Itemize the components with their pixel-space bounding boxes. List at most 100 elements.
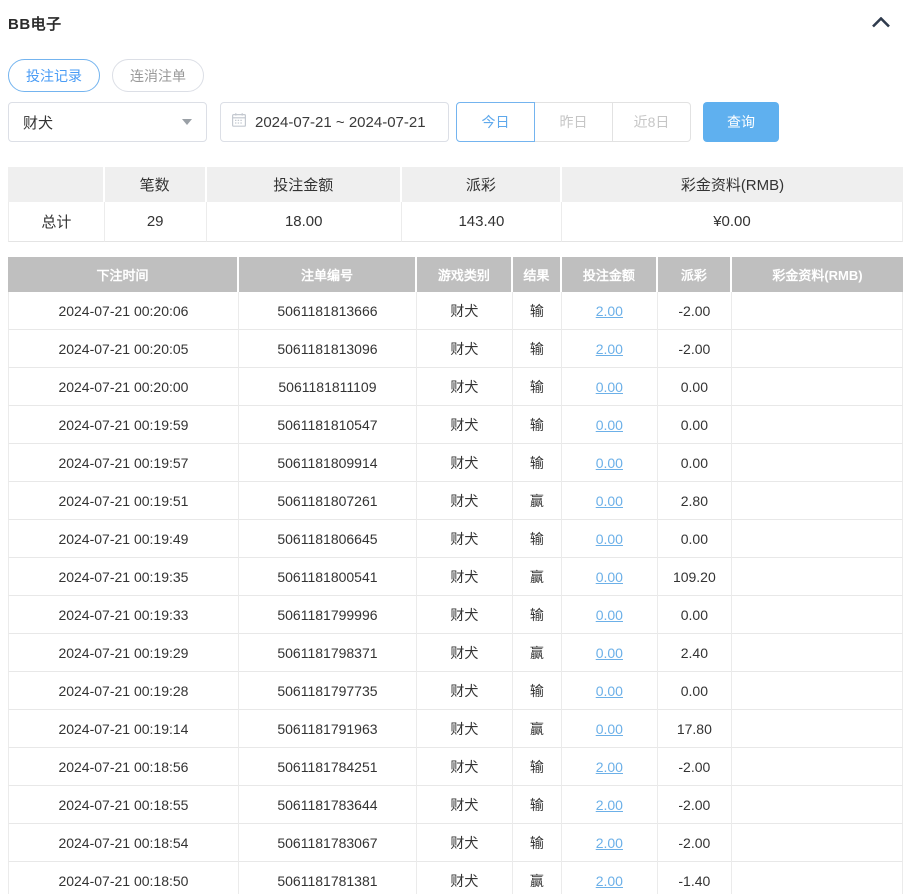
cell-bet: 0.00 (561, 444, 658, 482)
bet-amount-link[interactable]: 2.00 (596, 835, 623, 851)
bet-amount-link[interactable]: 0.00 (596, 721, 623, 737)
cell-bet: 0.00 (561, 520, 658, 558)
tab-bar: 投注记录 连消注单 (8, 59, 903, 92)
cell-time: 2024-07-21 00:19:29 (8, 634, 239, 672)
cell-bet: 2.00 (561, 824, 658, 862)
cell-game: 财犬 (417, 482, 513, 520)
cell-payout: 17.80 (657, 710, 732, 748)
cell-result: 输 (512, 292, 562, 330)
table-row: 2024-07-21 00:19:28 5061181797735 财犬输 0.00 0… (8, 672, 903, 710)
cell-game: 财犬 (417, 444, 513, 482)
game-select[interactable]: 财犬 (8, 102, 207, 142)
cell-bet_id: 5061181807261 (238, 482, 417, 520)
cell-result: 输 (512, 330, 562, 368)
bet-amount-link[interactable]: 0.00 (596, 569, 623, 585)
cell-result: 输 (512, 444, 562, 482)
cell-result: 赢 (512, 634, 562, 672)
cell-result: 输 (512, 596, 562, 634)
cell-bet: 2.00 (561, 786, 658, 824)
summary-header-row: 笔数 投注金额 派彩 彩金资料(RMB) (8, 167, 903, 202)
cell-bet_id: 5061181811109 (238, 368, 417, 406)
tab-bet-records[interactable]: 投注记录 (8, 59, 100, 92)
header-payout: 派彩 (657, 257, 732, 292)
cell-game: 财犬 (417, 672, 513, 710)
cell-bet: 0.00 (561, 672, 658, 710)
cell-bet_id: 5061181810547 (238, 406, 417, 444)
tab-label: 投注记录 (26, 67, 82, 84)
cell-bet: 2.00 (561, 748, 658, 786)
cell-time: 2024-07-21 00:18:56 (8, 748, 239, 786)
summary-total-bonus: ¥0.00 (561, 202, 903, 242)
cell-bet_id: 5061181809914 (238, 444, 417, 482)
summary-total-bet-amount: 18.00 (206, 202, 402, 242)
cell-game: 财犬 (417, 824, 513, 862)
table-row: 2024-07-21 00:20:05 5061181813096 财犬输 2.00 -… (8, 330, 903, 368)
bet-amount-link[interactable]: 0.00 (596, 379, 623, 395)
summary-header-empty (8, 167, 105, 202)
header-bet-id: 注单编号 (238, 257, 417, 292)
today-button[interactable]: 今日 (456, 102, 535, 142)
cell-bonus (732, 444, 903, 482)
bet-amount-link[interactable]: 2.00 (596, 797, 623, 813)
cell-result: 赢 (512, 482, 562, 520)
cell-bonus (732, 596, 903, 634)
cell-bet_id: 5061181784251 (238, 748, 417, 786)
cell-game: 财犬 (417, 520, 513, 558)
cell-game: 财犬 (417, 558, 513, 596)
cell-bet: 0.00 (561, 558, 658, 596)
cell-game: 财犬 (417, 330, 513, 368)
table-row: 2024-07-21 00:19:59 5061181810547 财犬输 0.00 0… (8, 406, 903, 444)
cell-payout: 0.00 (657, 520, 732, 558)
bet-amount-link[interactable]: 0.00 (596, 531, 623, 547)
bet-amount-link[interactable]: 0.00 (596, 417, 623, 433)
cell-bet_id: 5061181783644 (238, 786, 417, 824)
cell-bet_id: 5061181797735 (238, 672, 417, 710)
game-select-value: 财犬 (23, 114, 54, 132)
cell-bonus (732, 710, 903, 748)
collapse-button[interactable] (871, 15, 891, 33)
summary-table: 笔数 投注金额 派彩 彩金资料(RMB) 总计 29 18.00 143.40 … (8, 167, 903, 242)
cell-bet: 2.00 (561, 292, 658, 330)
cell-bonus (732, 672, 903, 710)
summary-total-payout: 143.40 (401, 202, 562, 242)
table-row: 2024-07-21 00:19:35 5061181800541 财犬赢 0.00 1… (8, 558, 903, 596)
bet-amount-link[interactable]: 2.00 (596, 759, 623, 775)
bet-amount-link[interactable]: 2.00 (596, 873, 623, 889)
header-game-type: 游戏类别 (417, 257, 513, 292)
bet-amount-link[interactable]: 0.00 (596, 455, 623, 471)
bet-amount-link[interactable]: 0.00 (596, 493, 623, 509)
cell-bet: 0.00 (561, 482, 658, 520)
query-button[interactable]: 查询 (703, 102, 779, 142)
cell-payout: -1.40 (657, 862, 732, 894)
bet-amount-link[interactable]: 0.00 (596, 683, 623, 699)
summary-total-label: 总计 (8, 202, 105, 242)
date-range-input[interactable]: 2024-07-21 ~ 2024-07-21 (220, 102, 449, 142)
quick-date-button-group: 今日 昨日 近8日 (456, 102, 691, 142)
cell-bet: 0.00 (561, 596, 658, 634)
cell-bonus (732, 368, 903, 406)
cell-time: 2024-07-21 00:18:54 (8, 824, 239, 862)
last-8-days-button[interactable]: 近8日 (612, 102, 691, 142)
cell-result: 输 (512, 672, 562, 710)
tab-cancelled-bets[interactable]: 连消注单 (112, 59, 204, 92)
summary-header-count: 笔数 (104, 167, 207, 202)
cell-result: 赢 (512, 862, 562, 894)
cell-result: 输 (512, 520, 562, 558)
bet-amount-link[interactable]: 2.00 (596, 341, 623, 357)
table-row: 2024-07-21 00:18:50 5061181781381 财犬赢 2.00 -… (8, 862, 903, 894)
cell-result: 输 (512, 368, 562, 406)
yesterday-button[interactable]: 昨日 (534, 102, 613, 142)
cell-bonus (732, 292, 903, 330)
bet-amount-link[interactable]: 0.00 (596, 645, 623, 661)
bet-amount-link[interactable]: 0.00 (596, 607, 623, 623)
caret-down-icon (182, 119, 192, 125)
cell-time: 2024-07-21 00:19:28 (8, 672, 239, 710)
cell-payout: 2.80 (657, 482, 732, 520)
cell-bonus (732, 520, 903, 558)
cell-game: 财犬 (417, 292, 513, 330)
cell-payout: 2.40 (657, 634, 732, 672)
cell-time: 2024-07-21 00:19:59 (8, 406, 239, 444)
cell-result: 输 (512, 786, 562, 824)
cell-result: 赢 (512, 558, 562, 596)
bet-amount-link[interactable]: 2.00 (596, 303, 623, 319)
